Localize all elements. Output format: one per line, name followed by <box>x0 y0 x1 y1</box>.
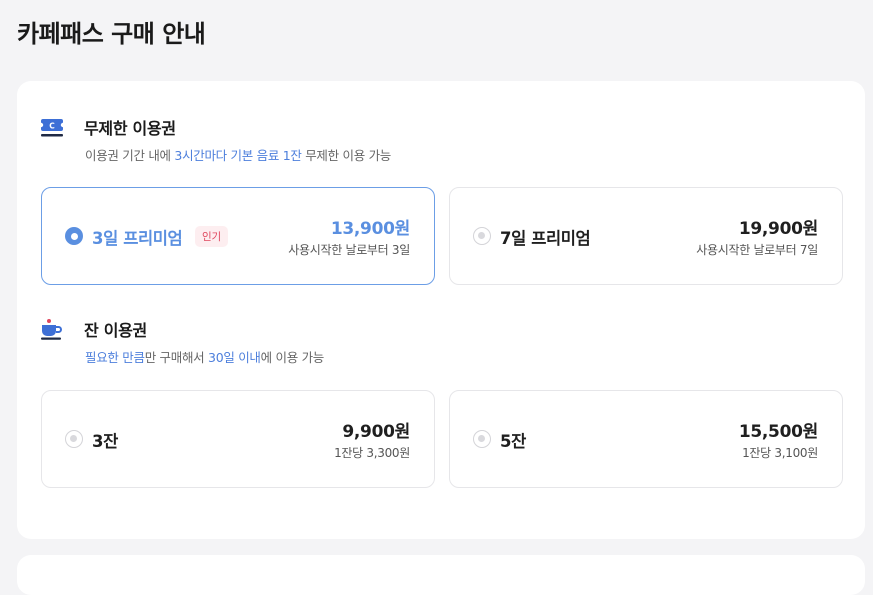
svg-text:C: C <box>49 122 55 131</box>
radio-selected-icon[interactable] <box>65 227 83 245</box>
pass-card: C 무제한 이용권 이용권 기간 내에 3시간마다 기본 음료 1잔 무제한 이… <box>17 81 865 539</box>
ticket-icon: C <box>38 116 66 138</box>
option-price: 19,900원 <box>738 219 818 239</box>
cup-section-header: 잔 이용권 <box>41 317 147 341</box>
option-7day-premium[interactable]: 7일 프리미엄 19,900원 사용시작한 날로부터 7일 <box>449 187 843 285</box>
option-name: 7일 프리미엄 <box>500 229 591 248</box>
option-name: 5잔 <box>500 432 526 451</box>
desc-text: 만 구매해서 <box>144 350 209 365</box>
desc-highlight: 3시간마다 기본 음료 1잔 <box>174 148 302 163</box>
option-price: 9,900원 <box>342 422 410 442</box>
desc-highlight: 30일 이내 <box>208 350 261 365</box>
page-title: 카페패스 구매 안내 <box>17 20 206 48</box>
option-5cups[interactable]: 5잔 15,500원 1잔당 3,100원 <box>449 390 843 488</box>
radio-unselected-icon[interactable] <box>65 430 83 448</box>
unlimited-section-desc: 이용권 기간 내에 3시간마다 기본 음료 1잔 무제한 이용 가능 <box>85 145 391 164</box>
option-name: 3일 프리미엄 <box>92 229 183 248</box>
option-sub: 1잔당 3,100원 <box>742 446 818 460</box>
desc-text: 무제한 이용 가능 <box>301 148 391 163</box>
next-card <box>17 555 865 595</box>
radio-unselected-icon[interactable] <box>473 430 491 448</box>
desc-text: 에 이용 가능 <box>260 350 325 365</box>
option-sub: 사용시작한 날로부터 3일 <box>288 243 410 257</box>
option-3cups[interactable]: 3잔 9,900원 1잔당 3,300원 <box>41 390 435 488</box>
option-sub: 사용시작한 날로부터 7일 <box>696 243 818 257</box>
option-price: 13,900원 <box>330 219 410 239</box>
desc-highlight: 필요한 만큼 <box>85 350 145 365</box>
radio-unselected-icon[interactable] <box>473 227 491 245</box>
option-price: 15,500원 <box>738 422 818 442</box>
option-sub: 1잔당 3,300원 <box>334 446 410 460</box>
coffee-cup-icon <box>41 318 63 340</box>
desc-text: 이용권 기간 내에 <box>85 148 175 163</box>
popular-badge: 인기 <box>195 226 228 247</box>
unlimited-section-title: 무제한 이용권 <box>84 119 176 138</box>
unlimited-section-header: C 무제한 이용권 <box>38 115 176 139</box>
cup-section-title: 잔 이용권 <box>84 321 147 340</box>
cup-section-desc: 필요한 만큼만 구매해서 30일 이내에 이용 가능 <box>85 347 324 366</box>
option-name: 3잔 <box>92 432 118 451</box>
option-3day-premium[interactable]: 3일 프리미엄 인기 13,900원 사용시작한 날로부터 3일 <box>41 187 435 285</box>
